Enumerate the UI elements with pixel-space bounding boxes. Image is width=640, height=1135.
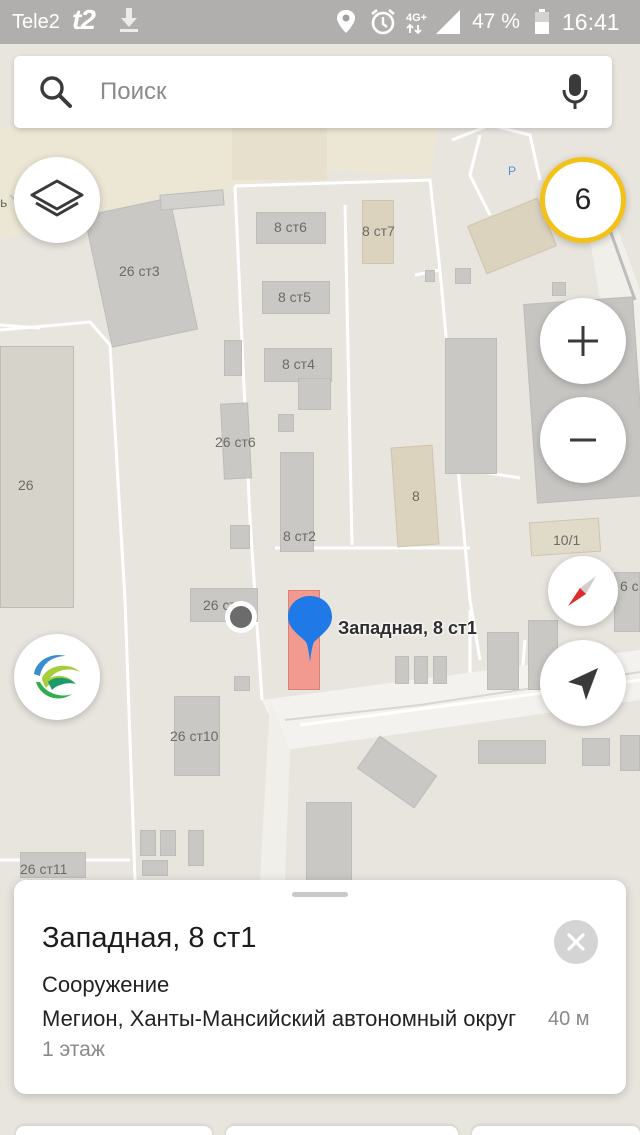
building xyxy=(620,735,640,771)
map-label: 10/1 xyxy=(553,532,581,548)
parking-label: P xyxy=(508,164,517,178)
building xyxy=(224,340,242,376)
building xyxy=(234,676,250,691)
compass-icon xyxy=(568,576,596,606)
building xyxy=(455,268,471,284)
carrier-name: Tele2 xyxy=(12,11,60,33)
search-icon[interactable] xyxy=(38,74,74,110)
bottom-action-tab[interactable] xyxy=(472,1126,640,1135)
my-location-button[interactable] xyxy=(540,640,626,726)
place-type: Сооружение xyxy=(42,972,170,997)
map-label: 26 ст6 xyxy=(215,434,256,450)
partner-logo-button[interactable] xyxy=(14,634,100,720)
map-label: ь xyxy=(0,194,8,210)
map-label: 26 xyxy=(18,477,34,493)
alarm-icon xyxy=(371,8,395,35)
close-button[interactable] xyxy=(554,920,598,964)
building xyxy=(188,830,204,866)
map-label: 6 с xyxy=(620,578,639,594)
location-pin-icon[interactable] xyxy=(286,594,334,664)
building xyxy=(487,632,519,690)
map-label: 8 ст6 xyxy=(274,219,307,235)
building xyxy=(395,656,409,684)
network-4g-icon: 4G+ xyxy=(406,12,427,35)
compass-button[interactable] xyxy=(548,556,618,626)
building xyxy=(140,830,156,856)
place-floors: 1 этаж xyxy=(42,1038,105,1061)
plus-icon xyxy=(568,326,598,356)
place-card[interactable]: Западная, 8 ст1 Сооружение Мегион, Ханты… xyxy=(14,880,626,1094)
place-address: Мегион, Ханты-Мансийский автономный окру… xyxy=(42,1006,517,1031)
pin-label: Западная, 8 ст1 xyxy=(338,618,477,638)
map-label: 8 ст5 xyxy=(278,289,311,305)
building xyxy=(306,802,352,882)
building xyxy=(552,282,566,296)
battery-icon xyxy=(535,9,549,34)
minus-icon xyxy=(570,438,596,442)
place-title: Западная, 8 ст1 xyxy=(42,922,257,954)
traffic-level-button[interactable]: 6 xyxy=(540,157,626,243)
map-label: 8 ст7 xyxy=(362,223,395,239)
building xyxy=(425,270,435,282)
layers-button[interactable] xyxy=(14,157,100,243)
battery-percent: 47 % xyxy=(472,10,520,33)
search-bar[interactable] xyxy=(14,56,612,128)
navigation-arrow-icon xyxy=(568,668,598,700)
svg-text:4G+: 4G+ xyxy=(406,12,427,24)
microphone-icon[interactable] xyxy=(560,72,590,112)
map-label: 8 ст2 xyxy=(283,528,316,544)
download-icon xyxy=(120,8,138,32)
building xyxy=(478,740,546,764)
zoom-out-button[interactable] xyxy=(540,397,626,483)
user-location-dot xyxy=(225,601,257,633)
building xyxy=(278,414,294,432)
carrier-logo: t2 xyxy=(72,4,96,35)
map-label: 8 ст4 xyxy=(282,356,315,372)
status-bar: Tele2 t2 4G+ 47 % 16:41 xyxy=(0,0,640,44)
bottom-action-tab[interactable] xyxy=(226,1126,458,1135)
layers-icon xyxy=(30,179,84,217)
map-label: 8 xyxy=(412,488,420,504)
status-icons: 4G+ xyxy=(337,8,460,35)
search-input[interactable] xyxy=(100,70,540,114)
building xyxy=(433,656,447,684)
zoom-in-button[interactable] xyxy=(540,298,626,384)
building xyxy=(160,830,176,856)
partner-logo-icon xyxy=(31,651,83,703)
building xyxy=(445,338,497,474)
building xyxy=(582,738,610,766)
building xyxy=(230,525,250,549)
building xyxy=(298,378,331,410)
building xyxy=(142,860,168,876)
place-distance: 40 м xyxy=(548,1008,590,1030)
drag-handle[interactable] xyxy=(292,892,348,897)
location-icon xyxy=(337,10,355,33)
building xyxy=(0,346,74,608)
map-label: 26 ст11 xyxy=(20,861,68,877)
bottom-action-tab[interactable] xyxy=(16,1126,212,1135)
close-icon xyxy=(567,933,585,951)
signal-icon xyxy=(436,10,460,34)
clock: 16:41 xyxy=(562,9,620,35)
map-label: 26 ст3 xyxy=(119,263,160,279)
building xyxy=(414,656,428,684)
map-label: 26 ст10 xyxy=(170,728,219,744)
